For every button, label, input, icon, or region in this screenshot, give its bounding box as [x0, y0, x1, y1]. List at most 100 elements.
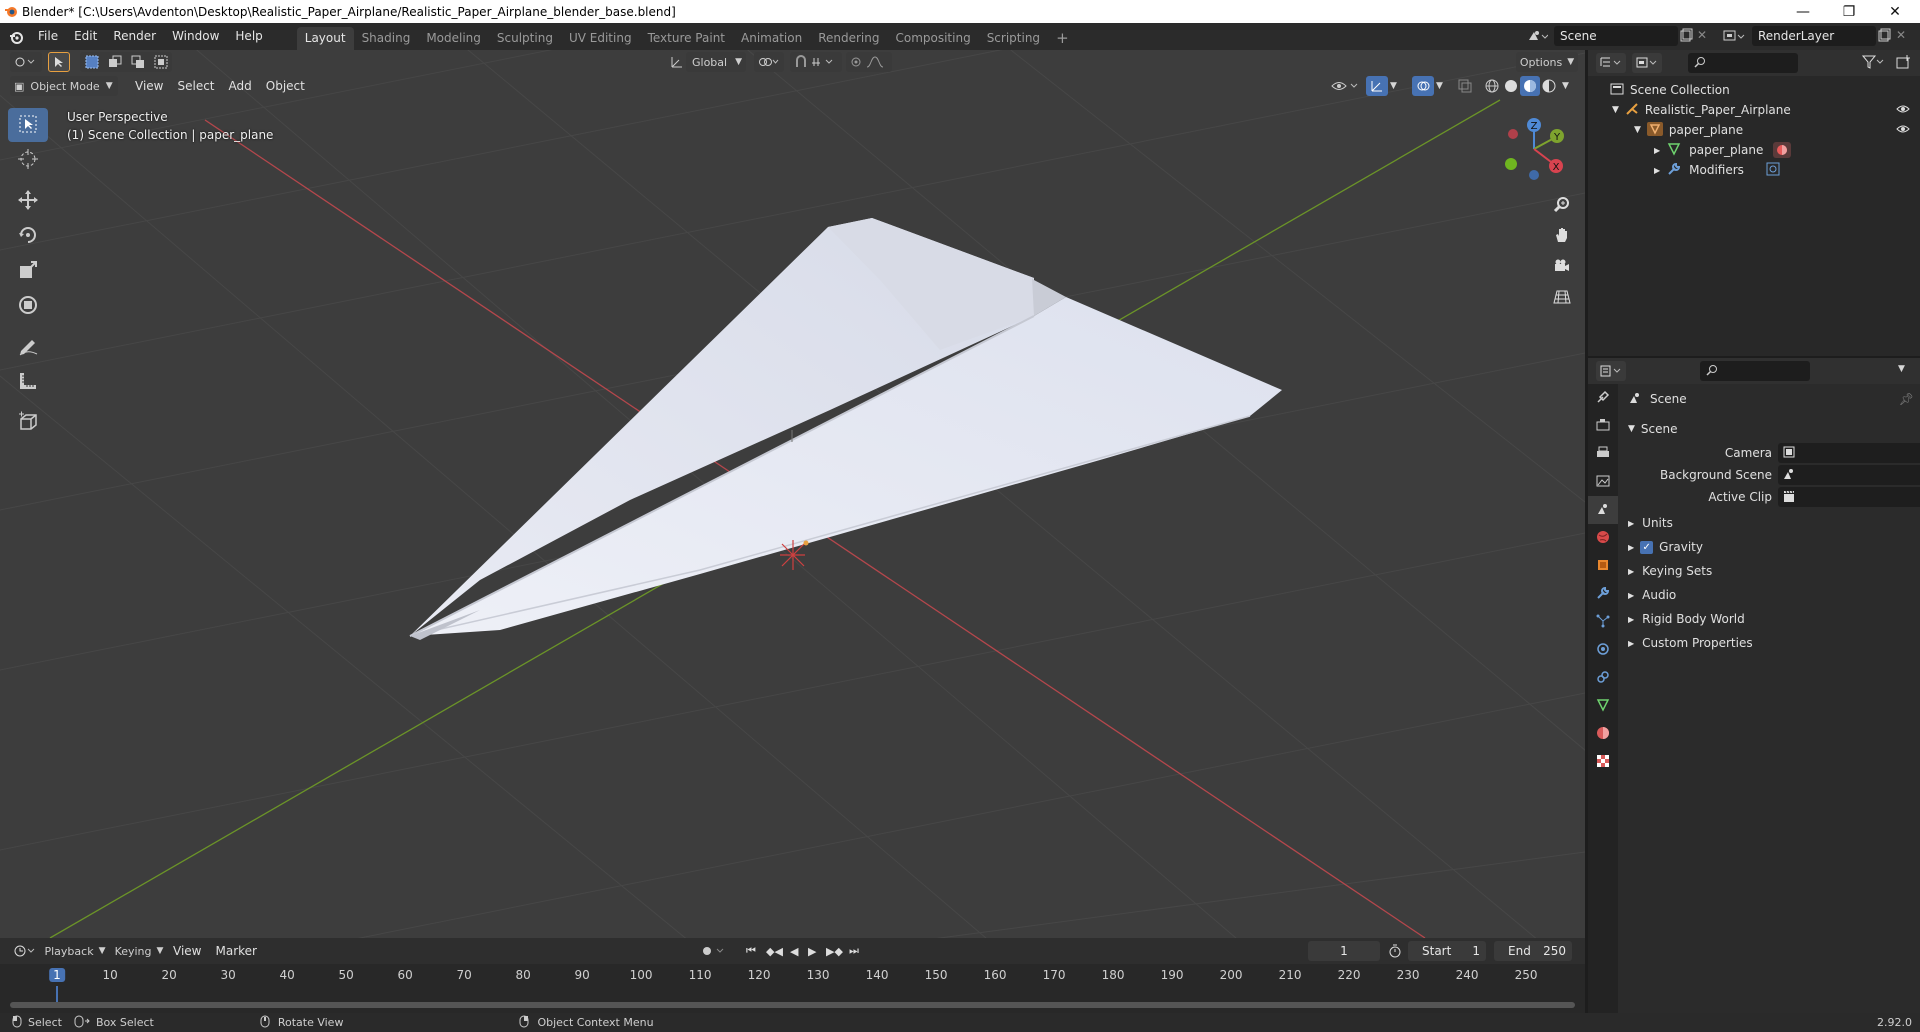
tab-particles[interactable] [1588, 608, 1618, 636]
add-workspace-button[interactable]: + [1048, 27, 1077, 50]
expand-arrow-icon[interactable]: ▶ [1654, 146, 1660, 155]
overlays-toggle-icon[interactable] [1412, 76, 1434, 96]
delete-scene-icon[interactable]: ✕ [1697, 28, 1707, 42]
tab-texture[interactable] [1588, 748, 1618, 776]
playback-menu[interactable]: Playback ▼ [44, 941, 106, 961]
active-clip-field[interactable] [1778, 487, 1920, 507]
play-icon[interactable]: ▶ [808, 945, 816, 958]
camera-field[interactable] [1778, 443, 1920, 463]
gizmo-neg-x[interactable] [1508, 129, 1518, 139]
tab-animation[interactable]: Animation [733, 27, 810, 50]
cursor-tool[interactable] [8, 143, 48, 177]
tab-scene[interactable] [1588, 496, 1618, 524]
pan-view-button[interactable] [1548, 222, 1576, 250]
tab-view-layer[interactable] [1588, 468, 1618, 496]
menu-file[interactable]: File [30, 23, 66, 50]
viewport-menu-add[interactable]: Add [222, 79, 259, 93]
3d-viewport[interactable]: Global ▼ Options ▼ ▣ Object Mode ▼ View … [0, 50, 1585, 938]
gizmo-toggle-icon[interactable] [1366, 76, 1388, 96]
zoom-view-button[interactable] [1548, 192, 1576, 220]
delete-renderlayer-icon[interactable]: ✕ [1896, 28, 1906, 42]
tab-layout[interactable]: Layout [296, 27, 354, 50]
timeline-editor-type-icon[interactable] [10, 941, 40, 961]
eye-icon[interactable] [1896, 123, 1910, 137]
audio-panel-header[interactable]: ▶ Audio [1618, 584, 1918, 606]
new-renderlayer-icon[interactable] [1876, 28, 1892, 44]
gizmo-dropdown-icon[interactable]: ▼ [1390, 81, 1397, 91]
tab-uv-editing[interactable]: UV Editing [561, 27, 640, 50]
display-mode-icon[interactable] [1632, 53, 1662, 73]
filter-icon[interactable] [1862, 55, 1884, 69]
play-reverse-icon[interactable]: ◀ [790, 945, 798, 958]
viewport-menu-object[interactable]: Object [259, 79, 312, 93]
tab-modifiers[interactable] [1588, 580, 1618, 608]
expand-arrow-icon[interactable]: ▼ [1612, 105, 1619, 115]
outliner-row-scene-collection[interactable]: Scene Collection [1588, 80, 1920, 100]
menu-help[interactable]: Help [227, 23, 270, 50]
jump-keyframe-back-icon[interactable]: ◆◀ [766, 945, 783, 958]
shading-dropdown-icon[interactable]: ▼ [1562, 81, 1569, 91]
modifier-icon[interactable] [1766, 162, 1780, 179]
perspective-toggle-button[interactable] [1548, 284, 1576, 312]
outliner-row-modifiers[interactable]: ▶ Modifiers [1588, 160, 1920, 180]
gravity-checkbox[interactable]: ✓ [1640, 540, 1654, 554]
stopwatch-icon[interactable] [1388, 944, 1402, 958]
transform-tool[interactable] [8, 289, 48, 323]
viewport-menu-select[interactable]: Select [170, 79, 221, 93]
properties-search-input[interactable] [1700, 361, 1810, 381]
snap-icon[interactable] [790, 52, 842, 72]
outliner-search-input[interactable] [1688, 53, 1798, 73]
scene-section-header[interactable]: ▼ Scene [1618, 418, 1918, 440]
keying-menu[interactable]: Keying ▼ [112, 941, 166, 961]
gizmo-neg-y[interactable] [1505, 158, 1517, 170]
gizmo-neg-z[interactable] [1529, 170, 1539, 180]
scene-selector[interactable]: Scene [1554, 26, 1678, 46]
units-panel-header[interactable]: ▶ Units [1618, 512, 1918, 534]
keying-sets-panel-header[interactable]: ▶ Keying Sets [1618, 560, 1918, 582]
menu-render[interactable]: Render [105, 23, 164, 50]
camera-view-button[interactable] [1548, 253, 1576, 281]
outliner-row-object[interactable]: ▼ paper_plane [1588, 120, 1920, 140]
expand-arrow-icon[interactable]: ▼ [1634, 125, 1641, 135]
shading-rendered-icon[interactable] [1541, 78, 1557, 94]
tab-data[interactable] [1588, 692, 1618, 720]
timeline-ruler[interactable]: 1 10 20 30 40 50 60 70 80 90 100 110 120 130 140 150 160… [0, 965, 1585, 987]
background-scene-field[interactable] [1778, 465, 1920, 485]
jump-end-icon[interactable]: ⏭ [849, 944, 859, 958]
object-mode-dropdown[interactable]: ▣ Object Mode ▼ [10, 76, 118, 96]
tab-compositing[interactable]: Compositing [887, 27, 978, 50]
pivot-point-icon[interactable] [754, 52, 784, 72]
xray-toggle-icon[interactable] [1458, 79, 1472, 93]
tab-physics[interactable] [1588, 636, 1618, 664]
renderlayer-icon[interactable] [1722, 28, 1746, 44]
outliner-editor-type-icon[interactable] [1596, 53, 1626, 73]
eye-icon[interactable] [1896, 103, 1910, 117]
shading-solid-icon[interactable] [1503, 78, 1519, 94]
proportional-editing-icon[interactable] [846, 52, 892, 72]
material-icon[interactable] [1773, 142, 1792, 158]
tab-constraints[interactable] [1588, 664, 1618, 692]
scene-icon[interactable] [1526, 28, 1548, 44]
new-collection-icon[interactable] [1896, 55, 1912, 69]
new-scene-icon[interactable] [1678, 28, 1694, 44]
custom-properties-panel-header[interactable]: ▶ Custom Properties [1618, 632, 1918, 654]
editor-type-icon[interactable] [10, 52, 42, 72]
tab-sculpting[interactable]: Sculpting [489, 27, 561, 50]
scale-tool[interactable] [8, 254, 48, 288]
renderlayer-selector[interactable]: RenderLayer [1752, 26, 1876, 46]
timeline-menu-view[interactable]: View [166, 944, 208, 958]
blender-menu-icon[interactable] [8, 29, 24, 45]
minimize-button[interactable]: — [1780, 0, 1826, 23]
current-frame-marker[interactable]: 1 [49, 968, 65, 982]
timeline-menu-marker[interactable]: Marker [208, 944, 263, 958]
current-frame-field[interactable]: 1 [1308, 941, 1380, 961]
measure-tool[interactable] [8, 365, 48, 399]
tab-shading[interactable]: Shading [354, 27, 419, 50]
move-tool[interactable] [8, 184, 48, 218]
start-frame-field[interactable]: Start 1 [1408, 941, 1486, 961]
shading-material-icon[interactable] [1520, 76, 1540, 96]
end-frame-field[interactable]: End 250 [1494, 941, 1572, 961]
selection-set-icon[interactable] [80, 52, 172, 72]
menu-edit[interactable]: Edit [66, 23, 105, 50]
maximize-button[interactable]: ❐ [1826, 0, 1872, 23]
